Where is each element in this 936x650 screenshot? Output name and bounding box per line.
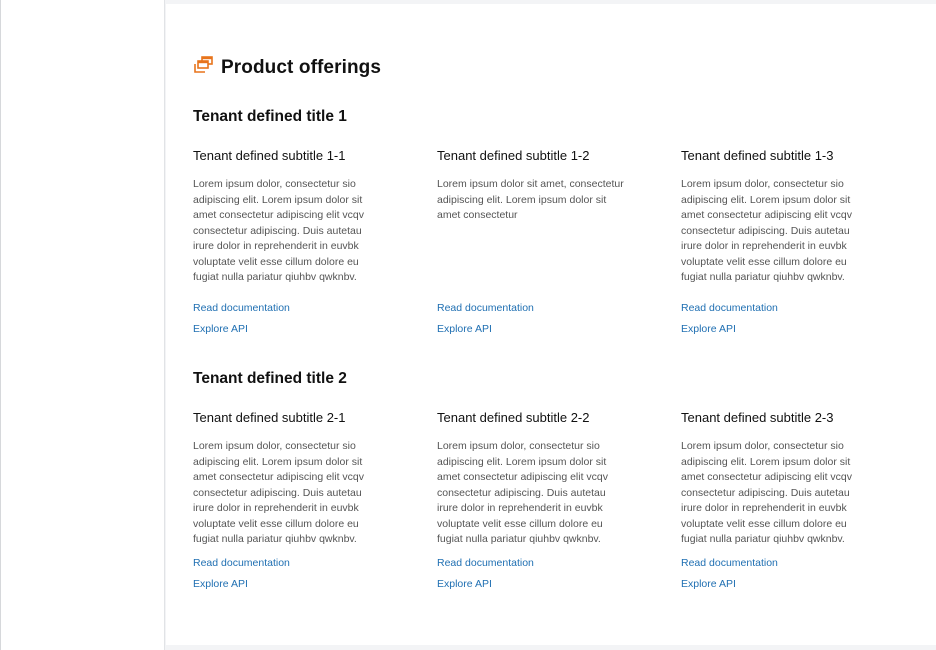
read-documentation-link[interactable]: Read documentation (681, 556, 871, 571)
explore-api-link[interactable]: Explore API (681, 577, 871, 592)
product-card: Tenant defined subtitle 1-2 Lorem ipsum … (437, 148, 627, 337)
product-card: Tenant defined subtitle 2-3 Lorem ipsum … (681, 410, 871, 592)
card-links: Read documentation Explore API (437, 556, 627, 592)
read-documentation-link[interactable]: Read documentation (437, 301, 627, 316)
card-description: Lorem ipsum dolor sit amet, consectetur … (437, 178, 624, 221)
main-content: Product offerings Tenant defined title 1… (166, 4, 936, 645)
explore-api-link[interactable]: Explore API (437, 577, 627, 592)
product-card: Tenant defined subtitle 1-1 Lorem ipsum … (193, 148, 383, 337)
product-card: Tenant defined subtitle 2-2 Lorem ipsum … (437, 410, 627, 592)
card-links: Read documentation Explore API (437, 301, 627, 337)
card-subtitle: Tenant defined subtitle 1-2 (437, 148, 590, 163)
card-links: Read documentation Explore API (193, 556, 383, 592)
read-documentation-link[interactable]: Read documentation (437, 556, 627, 571)
explore-api-link[interactable]: Explore API (437, 322, 627, 337)
read-documentation-link[interactable]: Read documentation (681, 301, 871, 316)
card-description: Lorem ipsum dolor, consectetur sio adipi… (437, 440, 608, 545)
product-card: Tenant defined subtitle 1-3 Lorem ipsum … (681, 148, 871, 337)
page-title: Product offerings (221, 56, 382, 78)
card-description: Lorem ipsum dolor, consectetur sio adipi… (193, 440, 364, 545)
card-description: Lorem ipsum dolor, consectetur sio adipi… (193, 178, 364, 283)
stacked-windows-icon (193, 56, 214, 79)
explore-api-link[interactable]: Explore API (193, 322, 383, 337)
card-links: Read documentation Explore API (193, 301, 383, 337)
explore-api-link[interactable]: Explore API (193, 577, 383, 592)
card-description: Lorem ipsum dolor, consectetur sio adipi… (681, 178, 852, 283)
card-subtitle: Tenant defined subtitle 2-1 (193, 410, 346, 425)
section-1: Tenant defined title 1 Tenant defined su… (193, 108, 913, 348)
section-title: Tenant defined title 1 (193, 108, 347, 125)
card-subtitle: Tenant defined subtitle 1-1 (193, 148, 346, 163)
card-subtitle: Tenant defined subtitle 1-3 (681, 148, 834, 163)
left-side-panel (0, 0, 165, 650)
product-card: Tenant defined subtitle 2-1 Lorem ipsum … (193, 410, 383, 592)
section-2: Tenant defined title 2 Tenant defined su… (193, 370, 913, 610)
card-links: Read documentation Explore API (681, 556, 871, 592)
read-documentation-link[interactable]: Read documentation (193, 301, 383, 316)
card-subtitle: Tenant defined subtitle 2-2 (437, 410, 590, 425)
card-description: Lorem ipsum dolor, consectetur sio adipi… (681, 440, 852, 545)
card-links: Read documentation Explore API (681, 301, 871, 337)
explore-api-link[interactable]: Explore API (681, 322, 871, 337)
card-row: Tenant defined subtitle 2-1 Lorem ipsum … (193, 410, 913, 610)
section-title: Tenant defined title 2 (193, 370, 347, 387)
card-subtitle: Tenant defined subtitle 2-3 (681, 410, 834, 425)
card-row: Tenant defined subtitle 1-1 Lorem ipsum … (193, 148, 913, 348)
page-header: Product offerings (193, 56, 381, 79)
read-documentation-link[interactable]: Read documentation (193, 556, 383, 571)
